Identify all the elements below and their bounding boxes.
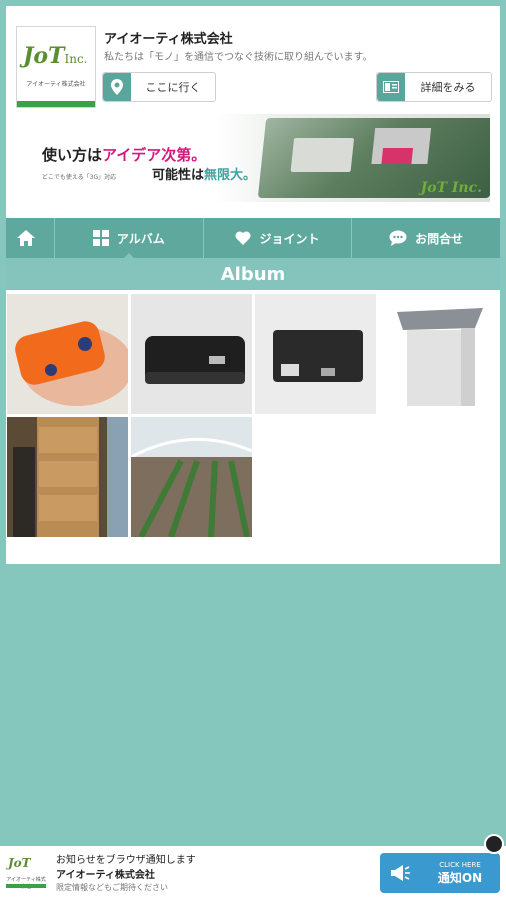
map-pin-icon bbox=[103, 73, 131, 101]
section-title: Album bbox=[6, 258, 500, 290]
album-photo[interactable] bbox=[379, 294, 500, 414]
footer-logo: JoT アイオーティ株式会社 bbox=[6, 852, 46, 892]
banner-logo: JoT Inc. bbox=[420, 180, 482, 196]
nav-contact-label: お問合せ bbox=[415, 231, 464, 246]
nav-joint-label: ジョイント bbox=[259, 231, 320, 246]
logo-mark: JoTInc. bbox=[23, 43, 88, 69]
megaphone-icon bbox=[380, 864, 420, 882]
company-logo[interactable]: JoTInc. アイオーティ株式会社 bbox=[16, 26, 96, 108]
home-icon bbox=[16, 229, 36, 247]
go-here-label: ここに行く bbox=[145, 81, 201, 94]
logo-caption: アイオーティ株式会社 bbox=[26, 81, 86, 88]
album-photo[interactable] bbox=[131, 417, 252, 537]
chat-bubble-icon bbox=[389, 230, 407, 246]
notification-company: アイオーティ株式会社 bbox=[56, 870, 155, 881]
nav-album-label: アルバム bbox=[116, 231, 165, 246]
album-photo[interactable] bbox=[7, 294, 128, 414]
company-name: アイオーティ株式会社 bbox=[104, 32, 233, 47]
nav-home[interactable] bbox=[6, 218, 55, 258]
notify-button-small: CLICK HERE bbox=[439, 860, 481, 869]
album-photo[interactable] bbox=[131, 294, 252, 414]
nav-contact[interactable]: お問合せ bbox=[352, 218, 500, 258]
album-photo[interactable] bbox=[7, 417, 128, 537]
details-button[interactable]: 詳細をみる bbox=[376, 72, 492, 102]
go-here-button[interactable]: ここに行く bbox=[102, 72, 216, 102]
album-photo[interactable] bbox=[255, 294, 376, 414]
browser-notification-bar: JoT アイオーティ株式会社 お知らせをブラウザ通知します アイオーティ株式会社… bbox=[0, 846, 506, 900]
notify-button-label: 通知ON bbox=[437, 870, 483, 885]
close-notification-button[interactable] bbox=[484, 834, 504, 854]
logo-bar bbox=[17, 101, 95, 107]
nav-album[interactable]: アルバム bbox=[55, 218, 204, 259]
banner-tagline: 可能性は無限大。 bbox=[152, 168, 257, 183]
notification-subtext: 限定情報などもご期待ください bbox=[56, 883, 168, 892]
detail-card-icon bbox=[377, 73, 405, 101]
details-label: 詳細をみる bbox=[420, 81, 476, 94]
app-card: JoTInc. アイオーティ株式会社 アイオーティ株式会社 私たちは「モノ」を通… bbox=[6, 6, 500, 564]
footer-logo-mark: JoT bbox=[8, 856, 31, 870]
notification-title: お知らせをブラウザ通知します bbox=[56, 855, 196, 866]
heart-icon bbox=[235, 231, 251, 245]
notification-on-button[interactable]: CLICK HERE 通知ON bbox=[380, 853, 500, 893]
grid-icon bbox=[92, 230, 109, 246]
main-nav: アルバム ジョイント お問合せ bbox=[6, 218, 500, 259]
banner-subtext: どこでも使える「3G」対応 bbox=[42, 174, 117, 181]
company-description: 私たちは「モノ」を通信でつなぐ技術に取り組んでいます。 bbox=[104, 52, 373, 63]
banner-headline: 使い方はアイデア次第。 bbox=[42, 146, 207, 164]
promo-banner[interactable]: 使い方はアイデア次第。 どこでも使える「3G」対応 可能性は無限大。 JoT I… bbox=[16, 114, 490, 202]
nav-joint[interactable]: ジョイント bbox=[204, 218, 353, 258]
